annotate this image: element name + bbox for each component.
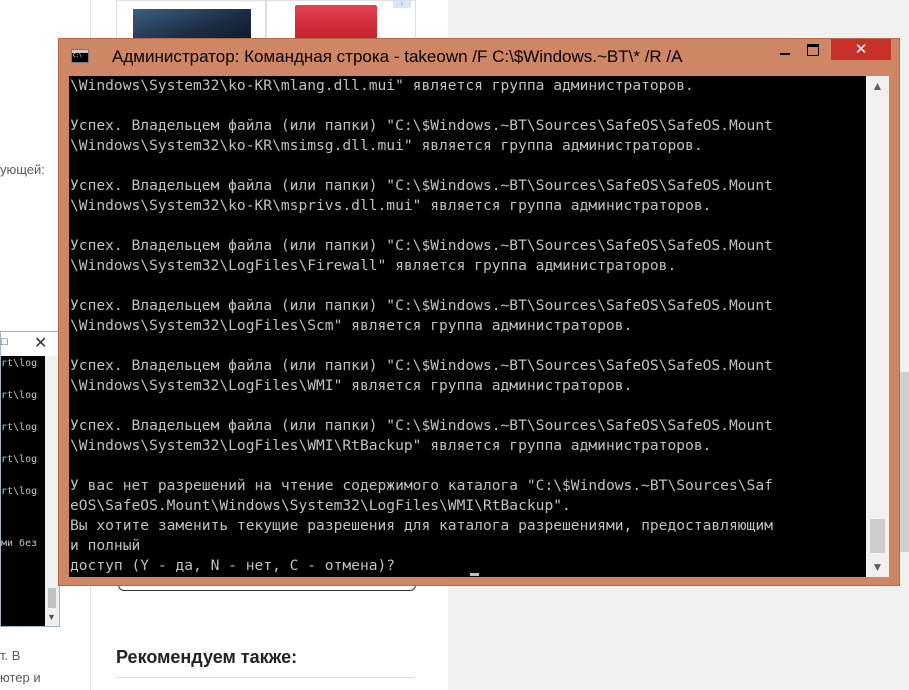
console-line: Успех. Владельцем файла (или папки) "C:\… <box>70 177 773 194</box>
page-text-fragment: ютер и <box>0 670 41 685</box>
console-line: rt\log <box>1 422 38 433</box>
console-line: rt\log <box>1 454 38 465</box>
console-line: rt\log <box>1 486 38 497</box>
thumbnail-image <box>133 9 251 41</box>
console-line: eOS\SafeOS.Mount\Windows\System32\LogFil… <box>70 497 571 514</box>
background-console-window[interactable]: □ ✕ rt\log rt\log rt\log rt\log rt\log м… <box>0 331 60 627</box>
scroll-up-icon[interactable]: ▲ <box>866 76 889 96</box>
background-console-output: rt\log rt\log rt\log rt\log rt\log ми бе… <box>1 356 45 626</box>
console-line: Успех. Владельцем файла (или папки) "C:\… <box>70 117 773 134</box>
scroll-down-icon[interactable]: ▼ <box>866 557 889 577</box>
console-line: Успех. Владельцем файла (или папки) "C:\… <box>70 417 773 434</box>
console-line: доступ (Y - да, N - нет, C - отмена)? <box>70 557 396 574</box>
console-line: и полный <box>70 537 141 554</box>
console-line: У вас нет разрешений на чтение содержимо… <box>70 477 773 494</box>
maximize-button[interactable] <box>800 39 827 61</box>
console-line: \Windows\System32\ko-KR\mlang.dll.mui" я… <box>70 77 694 94</box>
console-line: \Windows\System32\LogFiles\WMI\RtBackup"… <box>70 437 712 454</box>
ad-info-icon[interactable]: i <box>393 1 411 8</box>
console-line: \Windows\System32\ko-KR\msimsg.dll.mui" … <box>70 137 703 154</box>
console-scrollbar[interactable]: ▲ ▼ <box>866 76 889 577</box>
console-line: Успех. Владельцем файла (или папки) "C:\… <box>70 357 773 374</box>
page-scrollbar[interactable] <box>900 372 909 552</box>
article-thumbnail[interactable] <box>116 0 266 42</box>
console-line: \Windows\System32\ko-KR\msprivs.dll.mui"… <box>70 197 712 214</box>
console-line: ми без <box>1 538 38 549</box>
recommend-heading: Рекомендуем также: <box>116 647 298 667</box>
page-text-fragment: ующей: <box>0 162 45 177</box>
close-icon[interactable]: ✕ <box>34 333 47 353</box>
console-line: rt\log <box>1 358 38 369</box>
background-console-scrollbar[interactable]: ▼ <box>45 356 59 626</box>
console-line: Вы хотите заменить текущие разрешения дл… <box>70 517 773 534</box>
ad-thumbnail[interactable]: i <box>266 0 416 42</box>
divider <box>116 677 414 678</box>
scroll-down-icon[interactable]: ▼ <box>47 612 56 622</box>
console-line: \Windows\System32\LogFiles\Firewall" явл… <box>70 257 677 274</box>
maximize-icon[interactable]: □ <box>1 336 8 348</box>
command-prompt-window[interactable]: Администратор: Командная строка - takeow… <box>58 38 900 586</box>
text-cursor <box>470 573 479 576</box>
console-line: rt\log <box>1 390 38 401</box>
command-prompt-icon[interactable] <box>71 49 89 63</box>
console-line: \Windows\System32\LogFiles\Scm" является… <box>70 317 633 334</box>
window-title: Администратор: Командная строка - takeow… <box>112 47 683 66</box>
scrollbar-thumb[interactable] <box>48 588 56 608</box>
minimize-button[interactable] <box>772 39 799 61</box>
background-console-titlebar: □ ✕ <box>1 332 59 356</box>
close-button[interactable]: ✕ <box>831 39 891 60</box>
page-text-fragment: т. В <box>0 648 21 663</box>
ad-image <box>295 5 377 41</box>
console-line: Успех. Владельцем файла (или папки) "C:\… <box>70 237 773 254</box>
console-line: Успех. Владельцем файла (или папки) "C:\… <box>70 297 773 314</box>
scrollbar-thumb[interactable] <box>870 519 885 553</box>
console-output[interactable]: \Windows\System32\ko-KR\mlang.dll.mui" я… <box>69 76 866 577</box>
window-titlebar[interactable]: Администратор: Командная строка - takeow… <box>59 39 899 76</box>
console-line: \Windows\System32\LogFiles\WMI" является… <box>70 377 633 394</box>
